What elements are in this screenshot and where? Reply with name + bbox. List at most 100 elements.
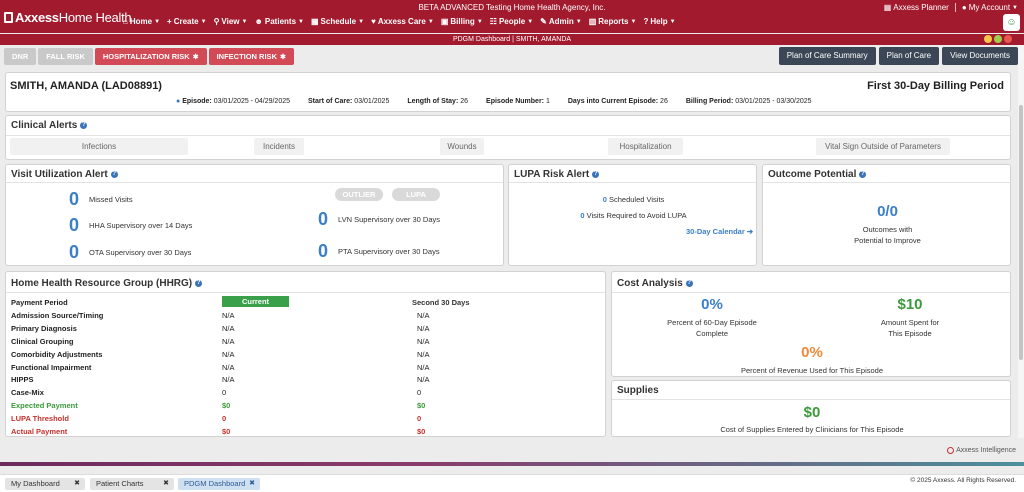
help-icon[interactable]: ? xyxy=(195,279,203,287)
restore-icon[interactable] xyxy=(994,35,1002,43)
axxess-planner-link[interactable]: ▦ Axxess Planner xyxy=(884,3,949,12)
billing-icon: ▣ xyxy=(440,17,449,26)
window-title-bar: PDGM Dashboard | SMITH, AMANDA xyxy=(0,34,1024,45)
alert-chip-wounds[interactable]: Wounds xyxy=(440,138,484,155)
tab-infection-risk[interactable]: INFECTION RISK ✱ xyxy=(208,48,294,65)
clinical-alert-chips: Infections Incidents Wounds Hospitalizat… xyxy=(10,138,1012,156)
plan-of-care-button[interactable]: Plan of Care xyxy=(878,47,940,65)
plan-of-care-summary-button[interactable]: Plan of Care Summary xyxy=(778,47,876,65)
patient-header-panel: SMITH, AMANDA (LAD08891) First 30-Day Bi… xyxy=(5,72,1011,112)
amount-spent-label-line1: Amount Spent for xyxy=(880,318,940,327)
nav-admin[interactable]: ✎ Admin ▼ xyxy=(540,17,582,26)
second-period-value: $0 xyxy=(417,427,426,436)
second-period-value: N/A xyxy=(417,310,430,320)
visit-utilization-title: Visit Utilization Alert? xyxy=(11,169,118,180)
close-icon[interactable] xyxy=(1004,35,1012,43)
planner-icon: ▦ xyxy=(883,3,892,12)
row-label: Clinical Grouping xyxy=(11,336,74,346)
scrollbar-thumb[interactable] xyxy=(1019,105,1023,360)
episode-info-row: ● Episode: 03/01/2025 - 04/29/2025 Start… xyxy=(176,98,812,105)
supplies-panel: Supplies $0 Cost of Supplies Entered by … xyxy=(611,380,1011,437)
alert-chip-incidents[interactable]: Incidents xyxy=(254,138,304,155)
nav-label: People xyxy=(498,17,526,26)
help-icon[interactable]: ? xyxy=(859,170,867,178)
help-icon[interactable]: ? xyxy=(592,170,600,178)
task-pdgm-dashboard[interactable]: PDGM Dashboard ✖ xyxy=(178,478,260,490)
nav-axxess-care[interactable]: ♥ Axxess Care ▼ xyxy=(371,17,434,26)
chevron-down-icon: ▼ xyxy=(630,18,637,25)
revenue-used-label: Percent of Revenue Used for This Episode xyxy=(740,366,884,375)
table-row: LUPA Threshold 0 0 xyxy=(11,414,611,426)
second-period-value: N/A xyxy=(417,362,430,372)
nav-label: Patients xyxy=(264,17,297,26)
divider xyxy=(6,135,1010,136)
close-icon[interactable]: ✖ xyxy=(163,478,169,490)
risk-tabs: DNR FALL RISK HOSPITALIZATION RISK ✱ INFE… xyxy=(4,48,294,65)
current-value: N/A xyxy=(222,349,235,359)
nav-create[interactable]: + Create ▼ xyxy=(167,17,207,26)
current-value: $0 xyxy=(222,427,231,436)
nav-patients[interactable]: ☻ Patients ▼ xyxy=(254,17,304,26)
minimize-icon[interactable] xyxy=(984,35,992,43)
question-icon: ? xyxy=(643,17,649,26)
copyright: © 2025 Axxess. All Rights Reserved. xyxy=(910,477,1016,484)
amount-spent-value: $10 xyxy=(897,296,923,313)
chevron-down-icon: ▼ xyxy=(298,18,304,25)
table-row: Expected Payment $0 $0 xyxy=(11,401,611,413)
lupa-risk-title: LUPA Risk Alert? xyxy=(514,169,600,180)
current-value: N/A xyxy=(222,310,235,320)
intelligence-icon xyxy=(947,447,955,454)
search-icon: ⚲ xyxy=(213,17,220,26)
amount-spent-label-line2: This Episode xyxy=(888,329,932,338)
close-icon[interactable]: ✖ xyxy=(249,478,255,490)
home-icon: ⌂ xyxy=(123,17,128,26)
row-label: Case-Mix xyxy=(11,388,44,398)
my-account-menu[interactable]: ● My Account ▼ xyxy=(962,3,1018,12)
alert-chip-infections[interactable]: Infections xyxy=(10,138,188,155)
divider xyxy=(954,3,956,12)
outcome-value: 0/0 xyxy=(877,203,898,220)
tab-hospitalization-risk[interactable]: HOSPITALIZATION RISK ✱ xyxy=(94,48,207,65)
nav-home[interactable]: ⌂ Home ▼ xyxy=(123,17,160,26)
ota-supervisory-value: 0 xyxy=(69,242,80,262)
nav-label: View xyxy=(221,17,240,26)
alert-chip-hospitalization[interactable]: Hospitalization xyxy=(608,138,683,155)
assistant-icon[interactable]: ☺ xyxy=(1003,14,1020,31)
nav-billing[interactable]: ▣ Billing ▼ xyxy=(441,17,483,26)
pta-supervisory-value: 0 xyxy=(318,241,329,261)
lvn-supervisory-value: 0 xyxy=(318,209,329,229)
scheduled-visits: 0 Scheduled Visits xyxy=(602,195,665,204)
clinical-alerts-panel: Clinical Alerts? Infections Incidents Wo… xyxy=(5,115,1011,160)
nav-schedule[interactable]: ▦ Schedule ▼ xyxy=(311,17,364,26)
help-icon[interactable]: ? xyxy=(80,121,88,129)
task-patient-charts[interactable]: Patient Charts ✖ xyxy=(90,478,174,490)
axxess-intelligence-link[interactable]: Axxess Intelligence xyxy=(947,447,1016,454)
page-scrollbar[interactable] xyxy=(1018,45,1024,438)
row-label: Functional Impairment xyxy=(11,362,92,372)
help-icon[interactable]: ? xyxy=(110,170,118,178)
heart-icon: ♥ xyxy=(371,17,376,26)
missed-visits-label: Missed Visits xyxy=(89,195,133,204)
table-row: HIPPS N/A N/A xyxy=(11,375,611,387)
nav-people[interactable]: ☷ People ▼ xyxy=(490,17,533,26)
alert-chip-vital-sign[interactable]: Vital Sign Outside of Parameters xyxy=(816,138,950,155)
tab-dnr[interactable]: DNR xyxy=(4,48,37,65)
nav-view[interactable]: ⚲ View ▼ xyxy=(214,17,248,26)
supplies-title: Supplies xyxy=(617,385,659,396)
nav-help[interactable]: ? Help ▼ xyxy=(643,17,675,26)
calendar-link[interactable]: 30-Day Calendar ➔ xyxy=(686,227,753,236)
person-icon: ☻ xyxy=(254,17,263,26)
length-of-stay-info: Length of Stay: 26 xyxy=(407,98,469,105)
episode-complete-label-line1: Percent of 60-Day Episode xyxy=(667,318,757,327)
view-documents-button[interactable]: View Documents xyxy=(942,47,1018,65)
current-value: $0 xyxy=(222,401,231,411)
tab-fall-risk[interactable]: FALL RISK xyxy=(38,48,93,65)
table-row: Actual Payment $0 $0 xyxy=(11,427,611,439)
task-my-dashboard[interactable]: My Dashboard ✖ xyxy=(5,478,85,490)
outcome-potential-panel: Outcome Potential? 0/0 Outcomes with Pot… xyxy=(762,164,1011,266)
agency-title: BETA ADVANCED Testing Home Health Agency… xyxy=(418,3,606,12)
close-icon[interactable]: ✖ xyxy=(74,478,80,490)
help-icon[interactable]: ? xyxy=(685,279,693,287)
table-row: Clinical Grouping N/A N/A xyxy=(11,337,611,349)
nav-reports[interactable]: ▥ Reports ▼ xyxy=(589,17,637,26)
